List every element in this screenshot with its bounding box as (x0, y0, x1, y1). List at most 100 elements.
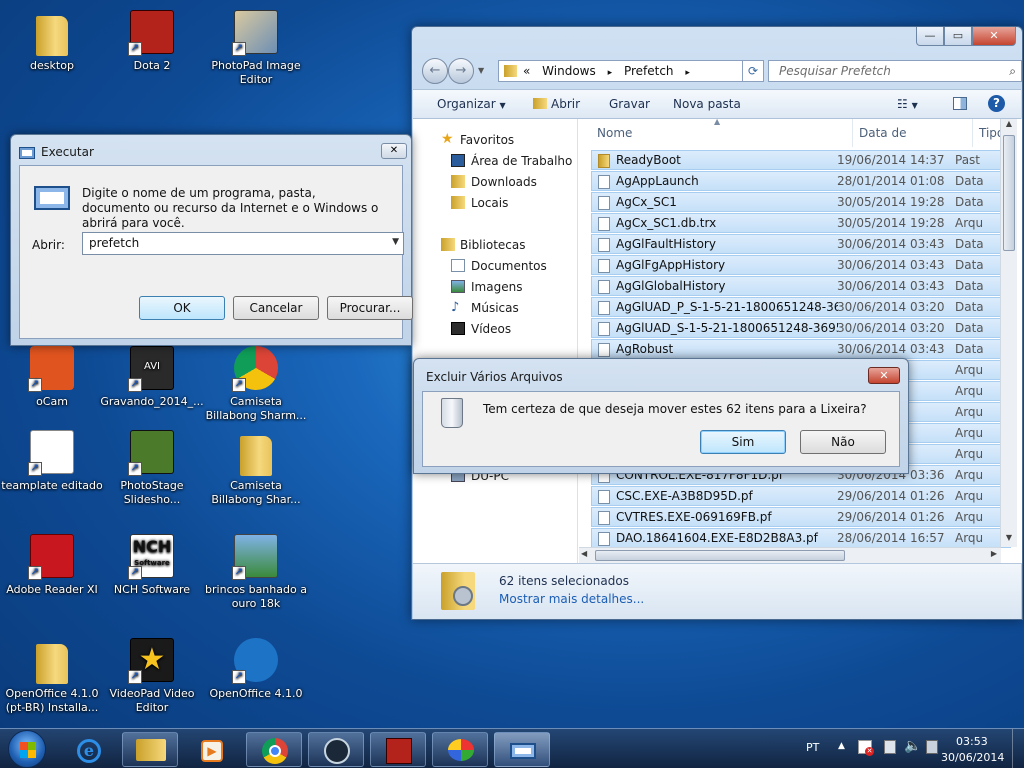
breadcrumb-separator[interactable]: ▸ (608, 68, 613, 78)
tray-arrow-icon[interactable]: ▲ (838, 741, 845, 751)
show-desktop-button[interactable] (1012, 729, 1024, 768)
new-folder-button[interactable]: Nova pasta (673, 97, 741, 111)
desktop-icon-item[interactable]: desktop (0, 8, 104, 73)
language-indicator[interactable]: PT (806, 741, 819, 754)
clock-time[interactable]: 03:53 (956, 735, 988, 748)
dialog-close-button[interactable]: ✕ (381, 143, 407, 159)
yes-button[interactable]: Sim (700, 430, 786, 454)
nav-places[interactable]: Locais (471, 196, 508, 210)
browse-button[interactable]: Procurar... (327, 296, 413, 320)
taskbar-dota2[interactable] (370, 732, 426, 767)
file-row[interactable]: AgGlUAD_S-1-5-21-1800651248-3695209...30… (591, 318, 1011, 338)
scroll-thumb[interactable] (1003, 135, 1015, 251)
nav-videos[interactable]: Vídeos (471, 322, 511, 336)
nav-desktop[interactable]: Área de Trabalho (471, 154, 572, 168)
file-row[interactable]: AgCx_SC1 30/05/2014 19:28 Data (591, 192, 1011, 212)
taskbar-explorer[interactable] (122, 732, 178, 767)
desktop-icon-item[interactable]: ↗ PhotoPad Image Editor (204, 8, 308, 87)
forward-button[interactable]: → (448, 58, 474, 84)
taskbar-media-player[interactable]: ▶ (184, 732, 240, 767)
vertical-scrollbar[interactable]: ▲ ▼ (1000, 119, 1017, 547)
refresh-icon[interactable]: ⟳ (742, 60, 764, 82)
search-icon[interactable]: ⌕ (1009, 61, 1016, 81)
action-center-icon[interactable]: ✕ (858, 740, 874, 756)
file-row[interactable]: DAO.18641604.EXE-E8D2B8A3.pf 28/06/2014 1… (591, 528, 1011, 548)
network-icon[interactable] (884, 740, 896, 754)
desktop-icon-item[interactable]: AVI ↗ Gravando_2014_... (100, 344, 204, 409)
breadcrumb-prefix[interactable]: « (523, 64, 530, 78)
taskbar-run[interactable] (494, 732, 550, 767)
no-button[interactable]: Não (800, 430, 886, 454)
open-input-value[interactable]: prefetch (89, 236, 139, 250)
desktop-icon-item[interactable]: ↗ OpenOffice 4.1.0 (204, 636, 308, 701)
desktop-icon-item[interactable]: ★ ↗ VideoPad Video Editor (100, 636, 204, 715)
close-button[interactable]: ✕ (972, 27, 1016, 46)
nav-favorites[interactable]: Favoritos (460, 133, 514, 147)
hscroll-thumb[interactable] (595, 550, 845, 561)
scroll-right-icon[interactable]: ▶ (991, 549, 997, 558)
file-row[interactable]: AgGlGlobalHistory 30/06/2014 03:43 Data (591, 276, 1011, 296)
column-header-date[interactable]: Data de modificaç... (853, 119, 973, 168)
taskbar-chrome[interactable] (246, 732, 302, 767)
file-row[interactable]: AgGlFaultHistory 30/06/2014 03:43 Data (591, 234, 1011, 254)
desktop-icon-item[interactable]: ↗ PhotoStage Slidesho... (100, 428, 204, 507)
taskbar-ie[interactable]: e (60, 732, 116, 767)
nav-images[interactable]: Imagens (471, 280, 522, 294)
search-input[interactable]: Pesquisar Prefetch ⌕ (768, 60, 1022, 82)
desktop-icon-item[interactable]: NCH Software ↗ NCH Software (100, 532, 204, 597)
file-row[interactable]: CVTRES.EXE-069169FB.pf 29/06/2014 01:26 Ar… (591, 507, 1011, 527)
burn-button[interactable]: Gravar (609, 97, 650, 111)
help-icon[interactable]: ? (988, 95, 1005, 112)
explorer-icon (136, 739, 166, 761)
ok-button[interactable]: OK (139, 296, 225, 320)
view-options-icon[interactable]: ☷ ▼ (897, 97, 918, 111)
delete-dialog-close-button[interactable]: ✕ (868, 367, 900, 384)
scroll-up-icon[interactable]: ▲ (1001, 119, 1017, 133)
file-row[interactable]: AgAppLaunch 28/01/2014 01:08 Data (591, 171, 1011, 191)
organize-button[interactable]: Organizar ▼ (437, 97, 506, 111)
breadcrumb-prefetch[interactable]: Prefetch (624, 64, 674, 78)
breadcrumb-windows[interactable]: Windows (542, 64, 596, 78)
file-row[interactable]: AgCx_SC1.db.trx 30/05/2014 19:28 Arqu (591, 213, 1011, 233)
nav-documents[interactable]: Documentos (471, 259, 547, 273)
nav-downloads[interactable]: Downloads (471, 175, 537, 189)
desktop-icon-item[interactable]: ↗ Camiseta Billabong Sharm... (204, 344, 308, 423)
desktop-icon-item[interactable]: ↗ oCam (0, 344, 104, 409)
dota2-icon (386, 738, 412, 764)
desktop-icon-item[interactable]: ↗ Adobe Reader XI (0, 532, 104, 597)
open-input[interactable]: prefetch ▼ (82, 232, 404, 255)
file-row[interactable]: AgRobust 30/06/2014 03:43 Data (591, 339, 1011, 359)
desktop-icon-item[interactable]: Camiseta Billabong Shar... (204, 428, 308, 507)
open-button[interactable]: Abrir (533, 97, 580, 111)
horizontal-scrollbar[interactable]: ◀ ▶ (579, 547, 1001, 563)
desktop-icon-item[interactable]: ↗ teamplate editado (0, 428, 104, 493)
display-icon[interactable] (926, 740, 938, 754)
scroll-down-icon[interactable]: ▼ (1001, 533, 1017, 547)
nav-music[interactable]: Músicas (471, 301, 519, 315)
column-header-name[interactable]: Nome (591, 119, 853, 147)
file-row[interactable]: ReadyBoot 19/06/2014 14:37 Past (591, 150, 1011, 170)
maximize-button[interactable]: ▭ (944, 27, 972, 46)
back-button[interactable]: ← (422, 58, 448, 84)
recent-pages-icon[interactable]: ▼ (478, 66, 484, 75)
file-row[interactable]: AgGlFgAppHistory 30/06/2014 03:43 Data (591, 255, 1011, 275)
scroll-left-icon[interactable]: ◀ (581, 549, 587, 558)
preview-pane-icon[interactable] (953, 97, 967, 110)
desktop-icon-item[interactable]: ↗ brincos banhado a ouro 18k (204, 532, 308, 611)
chevron-right-icon[interactable]: ▸ (685, 68, 690, 78)
file-row[interactable]: AgGlUAD_P_S-1-5-21-1800651248-36952...30… (591, 297, 1011, 317)
taskbar-steam[interactable] (308, 732, 364, 767)
clock-date[interactable]: 30/06/2014 (941, 751, 1004, 764)
dropdown-icon[interactable]: ▼ (392, 237, 399, 247)
show-more-details-link[interactable]: Mostrar mais detalhes... (499, 592, 644, 606)
desktop-icon-item[interactable]: OpenOffice 4.1.0 (pt-BR) Installa... (0, 636, 104, 715)
file-row[interactable]: CSC.EXE-A3B8D95D.pf 29/06/2014 01:26 Arqu (591, 486, 1011, 506)
desktop-icon-item[interactable]: ↗ Dota 2 (100, 8, 204, 73)
minimize-button[interactable]: — (916, 27, 944, 46)
taskbar-paint[interactable] (432, 732, 488, 767)
nav-libraries[interactable]: Bibliotecas (460, 238, 525, 252)
start-button[interactable] (8, 730, 46, 768)
address-bar[interactable]: « Windows ▸ Prefetch ▸ ▼ (498, 60, 764, 82)
cancel-button[interactable]: Cancelar (233, 296, 319, 320)
volume-icon[interactable]: 🔈 (904, 738, 921, 754)
